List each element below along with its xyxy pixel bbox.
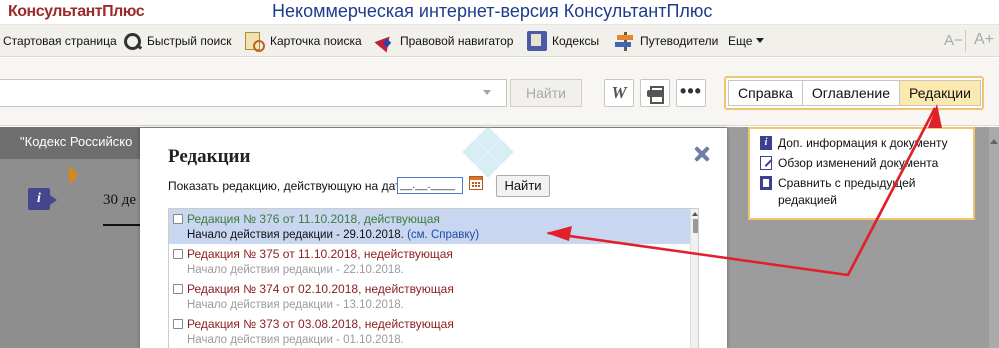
side-item-changes-review[interactable]: Обзор изменений документа [760, 155, 965, 172]
toolbar-guides[interactable]: Путеводители [615, 25, 718, 56]
dialog-title: Редакции [168, 146, 251, 167]
signpost-icon [615, 31, 635, 51]
edition-title: Редакция № 375 от 11.10.2018, недействую… [187, 247, 453, 261]
edition-start-row: Начало действия редакции - 22.10.2018. [187, 264, 404, 276]
date-label: Показать редакцию, действующую на дату: [168, 179, 410, 193]
toolbar-divider [965, 30, 966, 52]
toolbar-legal-navigator-label: Правовой навигатор [400, 33, 514, 48]
edition-item[interactable]: Редакция № 375 от 11.10.2018, недействую… [169, 244, 690, 279]
edition-title-row: Редакция № 375 от 11.10.2018, недействую… [173, 247, 453, 261]
font-increase-button[interactable]: A+ [974, 31, 994, 49]
side-item-label: Обзор изменений документа [778, 156, 939, 170]
side-panel: i Доп. информация к документу Обзор изме… [748, 127, 975, 220]
document-scrollbar[interactable] [989, 127, 999, 348]
toolbar-codes[interactable]: Кодексы [527, 25, 599, 56]
toolbar-more-label: Еще [728, 33, 753, 48]
edition-checkbox[interactable] [173, 319, 183, 329]
toolbar-search-card-label: Карточка поиска [270, 33, 362, 48]
calendar-icon[interactable] [469, 176, 483, 190]
font-decrease-button[interactable]: A− [944, 32, 963, 49]
find-date-button[interactable]: Найти [496, 175, 550, 197]
more-actions-button[interactable]: ••• [676, 79, 706, 107]
document-divider [103, 224, 140, 226]
side-item-label: Сравнить с предыдущей редакцией [778, 176, 916, 207]
edition-title-row: Редакция № 376 от 11.10.2018, действующа… [173, 212, 440, 226]
edition-item[interactable]: Редакция № 373 от 03.08.2018, недействую… [169, 314, 690, 348]
search-input[interactable] [0, 79, 507, 107]
word-icon: W [611, 83, 627, 102]
more-dots-icon: ••• [680, 81, 702, 101]
chevron-down-icon [756, 38, 765, 43]
side-item-compare[interactable]: Сравнить с предыдущей редакцией [760, 175, 965, 209]
edition-title: Редакция № 373 от 03.08.2018, недействую… [187, 317, 454, 331]
edition-start: Начало действия редакции - 13.10.2018. [187, 299, 404, 311]
edition-start: Начало действия редакции - 29.10.2018. [187, 229, 404, 241]
toolbar-legal-navigator[interactable]: Правовой навигатор [375, 25, 513, 56]
edition-start-row: Начало действия редакции - 29.10.2018. (… [187, 229, 479, 241]
toolbar-codes-label: Кодексы [552, 33, 600, 48]
codes-book-icon [527, 30, 547, 51]
edition-title: Редакция № 374 от 02.10.2018, недействую… [187, 282, 454, 296]
editions-dialog: Редакции Показать редакцию, действующую … [140, 126, 727, 348]
edition-title-row: Редакция № 373 от 03.08.2018, недействую… [173, 317, 454, 331]
toolbar-guides-label: Путеводители [640, 33, 719, 48]
side-item-extra-info[interactable]: i Доп. информация к документу [760, 135, 965, 152]
toolbar-more-menu[interactable]: Еще [728, 25, 765, 56]
search-icon [122, 31, 142, 51]
edition-start-row: Начало действия редакции - 13.10.2018. [187, 299, 404, 311]
edition-start-row: Начало действия редакции - 01.10.2018. [187, 334, 404, 346]
document-title: "Кодекс Российско [20, 134, 133, 149]
logo[interactable]: КонсультантПлюс [8, 3, 145, 21]
info-icon: i [760, 136, 772, 150]
printer-icon [647, 86, 664, 104]
document-text: 30 де [103, 192, 137, 208]
page-title: Некоммерческая интернет-версия Консульта… [272, 1, 713, 21]
help-link[interactable]: (см. Справку) [407, 229, 479, 241]
toolbar-start-page[interactable]: Стартовая страница [3, 25, 117, 56]
toolbar-quick-search-label: Быстрый поиск [147, 33, 232, 48]
document-tabs: Справка Оглавление Редакции [724, 76, 984, 110]
chevron-down-icon[interactable] [483, 90, 491, 95]
edition-checkbox[interactable] [173, 284, 183, 294]
search-card-icon [245, 31, 265, 52]
edition-item[interactable]: Редакция № 376 от 11.10.2018, действующа… [169, 209, 690, 244]
tab-help[interactable]: Справка [728, 80, 803, 106]
title-bar: КонсультантПлюс Некоммерческая интернет-… [0, 0, 999, 25]
compare-icon [760, 176, 772, 190]
edition-item[interactable]: Редакция № 374 от 02.10.2018, недействую… [169, 279, 690, 314]
main-toolbar: Стартовая страница Быстрый поиск Карточк… [0, 25, 999, 57]
toolbar-quick-search[interactable]: Быстрый поиск [122, 25, 231, 56]
toolbar-search-card[interactable]: Карточка поиска [245, 25, 362, 56]
navigator-icon [375, 31, 395, 51]
edition-checkbox[interactable] [173, 214, 183, 224]
expand-arrow-icon[interactable] [69, 165, 78, 185]
editions-list: Редакция № 376 от 11.10.2018, действующа… [168, 208, 699, 348]
edition-start: Начало действия редакции - 22.10.2018. [187, 264, 404, 276]
print-button[interactable] [640, 79, 670, 107]
toolbar-start-page-label: Стартовая страница [3, 33, 117, 48]
tab-editions[interactable]: Редакции [898, 80, 981, 106]
edition-title-row: Редакция № 374 от 02.10.2018, недействую… [173, 282, 454, 296]
list-scrollbar[interactable] [690, 209, 698, 348]
edition-checkbox[interactable] [173, 249, 183, 259]
edition-title: Редакция № 376 от 11.10.2018, действующа… [187, 212, 440, 226]
close-icon[interactable] [692, 144, 712, 164]
word-export-button[interactable]: W [604, 79, 634, 107]
search-row: Найти W ••• Справка Оглавление Редакции [0, 58, 999, 126]
find-button[interactable]: Найти [510, 79, 582, 107]
tab-contents[interactable]: Оглавление [801, 80, 900, 106]
date-field[interactable]: __.__.____ [397, 177, 463, 194]
info-icon[interactable]: i [28, 188, 57, 210]
edit-icon [760, 156, 772, 170]
side-item-label: Доп. информация к документу [778, 136, 948, 150]
edition-start: Начало действия редакции - 01.10.2018. [187, 334, 404, 346]
